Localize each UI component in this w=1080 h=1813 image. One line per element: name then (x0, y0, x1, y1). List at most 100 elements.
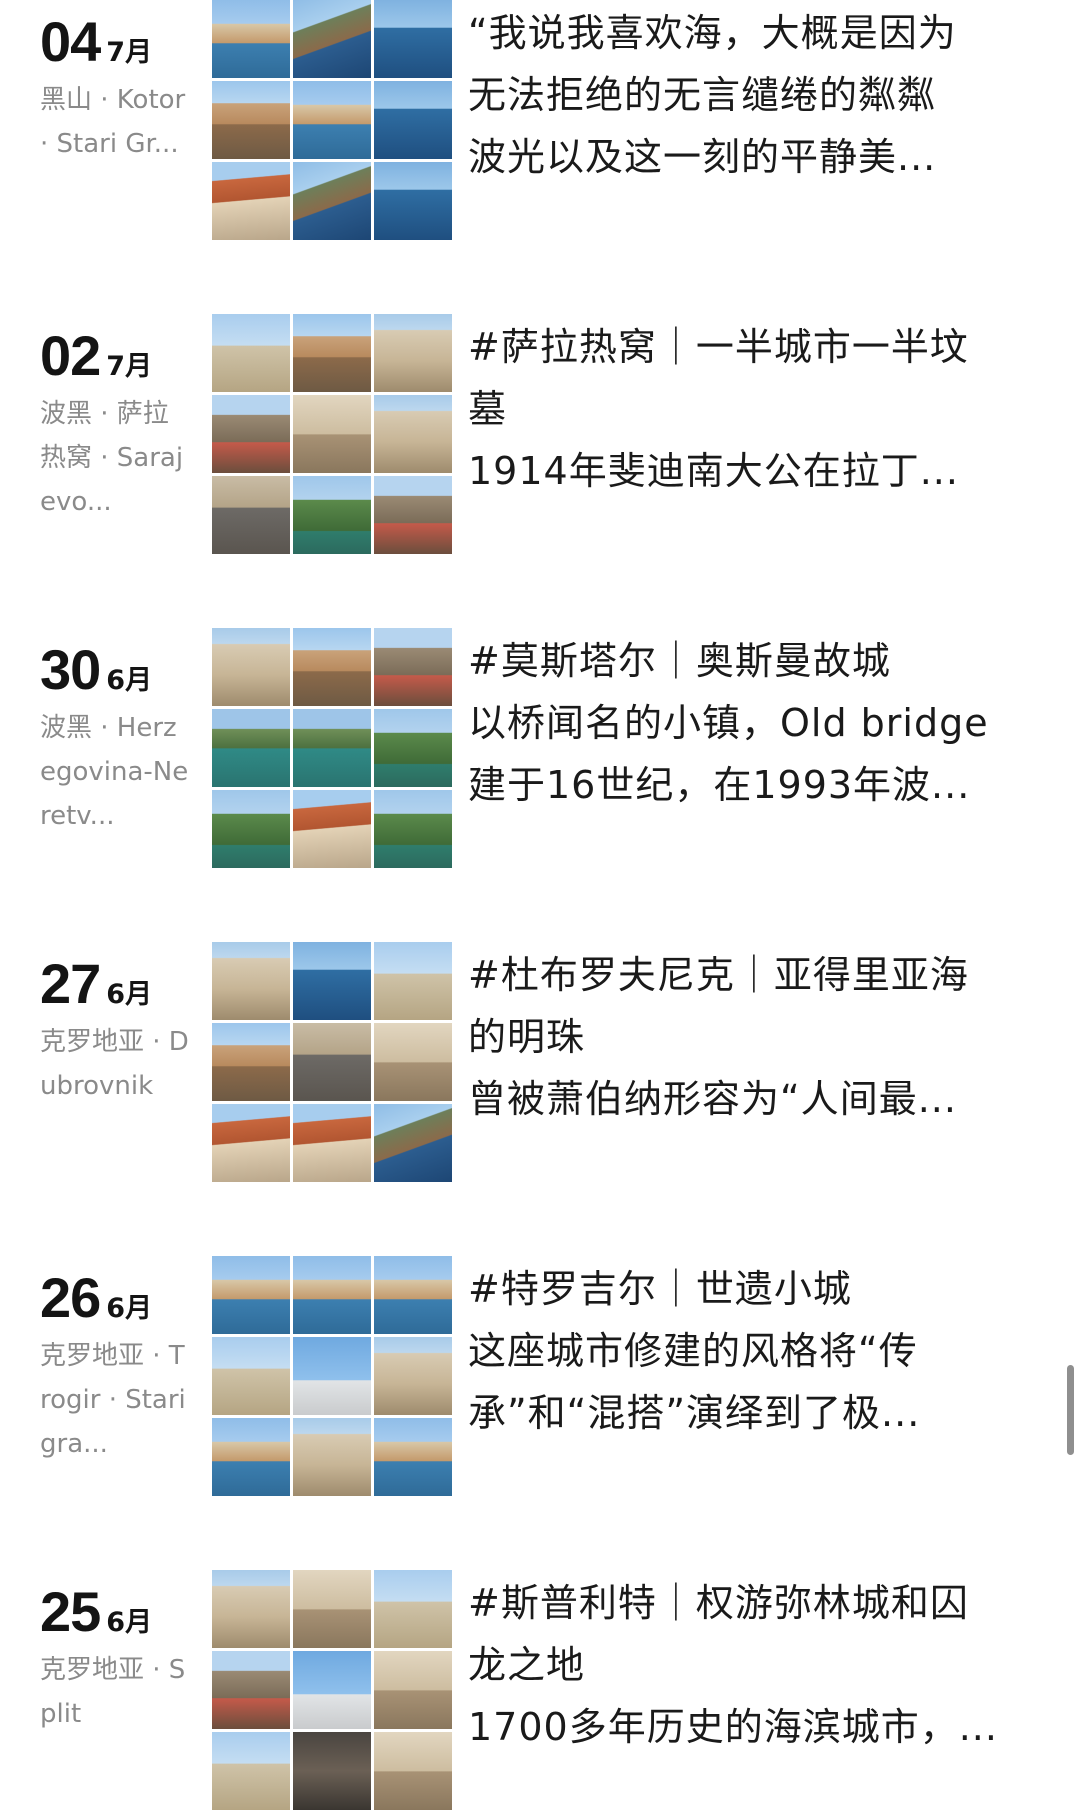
photo-thumbnail[interactable] (374, 1104, 452, 1182)
photo-thumbnail[interactable] (212, 314, 290, 392)
photo-thumbnail[interactable] (374, 0, 452, 78)
post-caption[interactable]: #斯普利特｜权游弥林城和囚 龙之地 1700多年历史的海滨城市，... (468, 1572, 1028, 1758)
photo-thumbnail[interactable] (293, 476, 371, 554)
photo-thumbnail[interactable] (212, 1651, 290, 1729)
caption-line: 建于16世纪，在1993年波... (468, 763, 971, 807)
post-caption[interactable]: #杜布罗夫尼克｜亚得里亚海 的明珠 曾被萧伯纳形容为“人间最... (468, 944, 1028, 1130)
photo-thumbnail[interactable] (374, 1651, 452, 1729)
photo-thumbnail[interactable] (212, 0, 290, 78)
photo-thumbnail[interactable] (212, 81, 290, 159)
post-date: 02 7月 (40, 314, 210, 384)
post-day: 30 (40, 638, 101, 701)
caption-line: 无法拒绝的无言缱绻的粼粼 (468, 73, 937, 117)
post-date: 04 7月 (40, 0, 210, 70)
photo-thumbnail[interactable] (293, 81, 371, 159)
post-entry[interactable]: 27 6月 克罗地亚 · Dubrovnik #杜布罗夫尼克｜亚得里亚海 的明珠… (0, 942, 1080, 1182)
photo-thumbnail[interactable] (374, 81, 452, 159)
photo-grid[interactable] (212, 0, 452, 240)
post-month: 7月 (106, 37, 153, 68)
photo-thumbnail[interactable] (293, 1418, 371, 1496)
post-entry[interactable]: 25 6月 克罗地亚 · Split #斯普利特｜权游弥林城和囚 龙之地 170… (0, 1570, 1080, 1810)
photo-thumbnail[interactable] (374, 1732, 452, 1810)
post-month: 6月 (106, 1293, 153, 1324)
photo-thumbnail[interactable] (212, 709, 290, 787)
photo-thumbnail[interactable] (293, 395, 371, 473)
post-caption[interactable]: #特罗吉尔｜世遗小城 这座城市修建的风格将“传 承”和“混搭”演绎到了极... (468, 1258, 1028, 1444)
photo-thumbnail[interactable] (374, 1023, 452, 1101)
post-month: 6月 (106, 979, 153, 1010)
post-entry[interactable]: 26 6月 克罗地亚 · Trogir · Stari gra... #特罗吉尔… (0, 1256, 1080, 1496)
photo-thumbnail[interactable] (374, 628, 452, 706)
photo-thumbnail[interactable] (212, 1732, 290, 1810)
photo-thumbnail[interactable] (293, 628, 371, 706)
photo-grid[interactable] (212, 942, 452, 1182)
photo-thumbnail[interactable] (374, 1256, 452, 1334)
photo-thumbnail[interactable] (293, 314, 371, 392)
caption-line: #特罗吉尔｜世遗小城 (468, 1267, 852, 1311)
scrollbar-thumb[interactable] (1067, 1365, 1074, 1455)
post-entry[interactable]: 30 6月 波黑 · Herzegovina-Neretv... #莫斯塔尔｜奥… (0, 628, 1080, 868)
photo-thumbnail[interactable] (293, 1570, 371, 1648)
post-month: 6月 (106, 1607, 153, 1638)
photo-thumbnail[interactable] (212, 628, 290, 706)
photo-thumbnail[interactable] (374, 395, 452, 473)
photo-thumbnail[interactable] (212, 476, 290, 554)
photo-thumbnail[interactable] (293, 1023, 371, 1101)
photo-thumbnail[interactable] (293, 709, 371, 787)
photo-thumbnail[interactable] (212, 790, 290, 868)
photo-thumbnail[interactable] (374, 314, 452, 392)
photo-thumbnail[interactable] (374, 1418, 452, 1496)
photo-thumbnail[interactable] (212, 1570, 290, 1648)
caption-line: 以桥闻名的小镇，Old bridge (468, 701, 989, 745)
photo-grid[interactable] (212, 1256, 452, 1496)
post-location: 克罗地亚 · Split (40, 1655, 186, 1729)
photo-thumbnail[interactable] (374, 162, 452, 240)
post-caption[interactable]: #莫斯塔尔｜奥斯曼故城 以桥闻名的小镇，Old bridge 建于16世纪，在1… (468, 630, 1028, 816)
photo-thumbnail[interactable] (374, 1570, 452, 1648)
photo-grid[interactable] (212, 628, 452, 868)
caption-line: 墓 (468, 387, 508, 431)
caption-line: 波光以及这一刻的平静美... (468, 135, 937, 179)
caption-line: 龙之地 (468, 1643, 586, 1687)
photo-thumbnail[interactable] (293, 1732, 371, 1810)
photo-thumbnail[interactable] (212, 1418, 290, 1496)
photo-thumbnail[interactable] (293, 1104, 371, 1182)
photo-grid[interactable] (212, 314, 452, 554)
photo-thumbnail[interactable] (374, 709, 452, 787)
caption-line: #莫斯塔尔｜奥斯曼故城 (468, 639, 891, 683)
post-date: 25 6月 (40, 1570, 210, 1640)
photo-thumbnail[interactable] (293, 942, 371, 1020)
photo-thumbnail[interactable] (293, 790, 371, 868)
caption-line: #杜布罗夫尼克｜亚得里亚海 (468, 953, 969, 997)
photo-thumbnail[interactable] (212, 162, 290, 240)
photo-thumbnail[interactable] (212, 1023, 290, 1101)
photo-thumbnail[interactable] (212, 1104, 290, 1182)
post-entry[interactable]: 02 7月 波黑 · 萨拉热窝 · Sarajevo... #萨拉热窝｜一半城市… (0, 314, 1080, 554)
post-location: 波黑 · 萨拉热窝 · Sarajevo... (40, 399, 184, 517)
post-caption[interactable]: #萨拉热窝｜一半城市一半坟 墓 1914年斐迪南大公在拉丁... (468, 316, 1028, 502)
photo-thumbnail[interactable] (293, 162, 371, 240)
post-day: 02 (40, 324, 101, 387)
photo-thumbnail[interactable] (212, 1337, 290, 1415)
caption-line: 1914年斐迪南大公在拉丁... (468, 449, 959, 493)
photo-thumbnail[interactable] (212, 942, 290, 1020)
post-day: 26 (40, 1266, 101, 1329)
post-caption[interactable]: “我说我喜欢海，大概是因为 无法拒绝的无言缱绻的粼粼 波光以及这一刻的平静美..… (468, 2, 1028, 188)
photo-thumbnail[interactable] (374, 942, 452, 1020)
photo-thumbnail[interactable] (374, 476, 452, 554)
caption-line: 的明珠 (468, 1015, 586, 1059)
post-day: 27 (40, 952, 101, 1015)
moments-feed: 04 7月 黑山 · Kotor · Stari Gr... “我说我喜欢海，大… (0, 0, 1080, 1813)
photo-thumbnail[interactable] (293, 1256, 371, 1334)
photo-thumbnail[interactable] (293, 1651, 371, 1729)
photo-thumbnail[interactable] (293, 0, 371, 78)
post-location: 波黑 · Herzegovina-Neretv... (40, 713, 189, 831)
photo-thumbnail[interactable] (293, 1337, 371, 1415)
photo-grid[interactable] (212, 1570, 452, 1810)
caption-line: 这座城市修建的风格将“传 (468, 1329, 918, 1373)
post-entry[interactable]: 04 7月 黑山 · Kotor · Stari Gr... “我说我喜欢海，大… (0, 0, 1080, 240)
photo-thumbnail[interactable] (374, 1337, 452, 1415)
photo-thumbnail[interactable] (212, 1256, 290, 1334)
photo-thumbnail[interactable] (212, 395, 290, 473)
photo-thumbnail[interactable] (374, 790, 452, 868)
